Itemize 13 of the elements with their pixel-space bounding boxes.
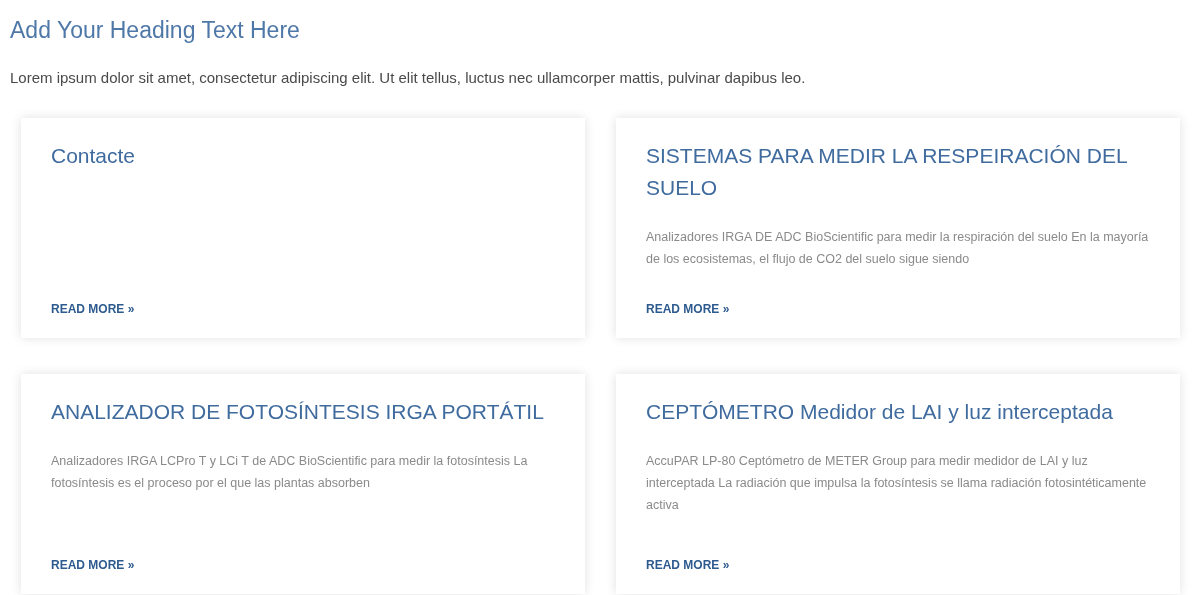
card-title: Contacte: [51, 143, 136, 169]
card-excerpt: Analizadores IRGA LCPro T y LCi T de ADC BioScientific para medir la fotosíntesis La fotosíntesis es el proceso por el que las plantas absorben: [51, 453, 529, 492]
card-title: CEPTÓMETRO Medidor de LAI y luz interceptada: [646, 399, 1113, 425]
intro-paragraph: Lorem ipsum dolor sit amet, consectetur adipiscing elit. Ut elit tellus, luctus nec ullamcorper mattis, pulvinar dapibus leo.: [10, 68, 806, 88]
card-excerpt: AccuPAR LP-80 Ceptómetro de METER Group para medir medidor de LAI y luz interceptada La radiación que impulsa la fotosíntesis se llama radiación fotosintéticamente activa: [646, 453, 1148, 514]
card-title: ANALIZADOR DE FOTOSÍNTESIS IRGA PORTÁTIL: [51, 399, 544, 425]
read-more-link[interactable]: READ MORE »: [51, 276, 135, 316]
read-more-link[interactable]: READ MORE »: [646, 532, 730, 572]
read-more-link[interactable]: READ MORE »: [646, 276, 730, 316]
page-heading: Add Your Heading Text Here: [10, 16, 300, 45]
card-title: SISTEMAS PARA MEDIR LA RESPEIRACIÓN DEL SUELO: [646, 143, 1128, 201]
card-excerpt: Analizadores IRGA DE ADC BioScientific para medir la respiración del suelo En la mayoría de los ecosistemas, el flujo de CO2 del suelo sigue siendo: [646, 229, 1150, 268]
read-more-link[interactable]: READ MORE »: [51, 532, 135, 572]
